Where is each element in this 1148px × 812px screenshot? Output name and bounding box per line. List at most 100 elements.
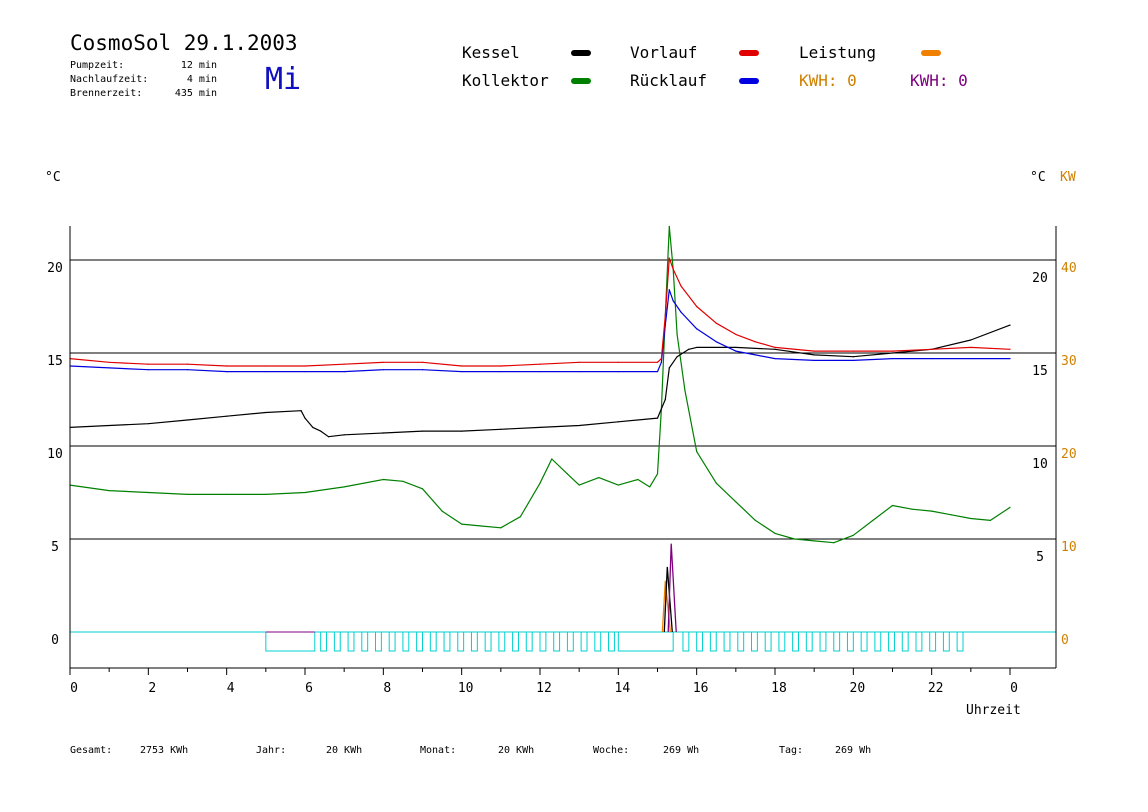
pump-block	[347, 631, 355, 652]
pump-block	[764, 631, 772, 652]
pump-block	[402, 631, 410, 652]
footer-gesamt-value: 2753 KWh	[140, 745, 188, 756]
point-vorlauf	[672, 268, 674, 270]
point-kessel	[668, 367, 670, 369]
left-axis-unit: °C	[45, 170, 61, 185]
point-kessel	[852, 356, 854, 358]
pump-block	[580, 631, 588, 652]
stat-brennerzeit-value: 435 min	[175, 88, 217, 99]
point-kollektor	[735, 501, 737, 503]
point-ruecklauf	[265, 371, 267, 373]
point-kollektor	[668, 225, 670, 228]
point-ruecklauf	[578, 371, 580, 373]
x-tick-label: 4	[227, 681, 235, 696]
pump-block	[539, 631, 547, 652]
point-kollektor	[970, 517, 972, 520]
pump-block	[361, 631, 369, 652]
point-kollektor	[637, 478, 639, 481]
pump-block	[751, 631, 758, 652]
point-vorlauf	[754, 341, 757, 343]
point-ruecklauf	[754, 354, 757, 356]
point-vorlauf	[931, 348, 933, 350]
point-ruecklauf	[931, 357, 933, 360]
y-tick-label-left: 15	[47, 354, 63, 369]
pump-block	[888, 631, 895, 652]
point-ruecklauf	[343, 371, 345, 373]
point-ruecklauf	[147, 369, 149, 371]
point-kollektor	[108, 490, 110, 492]
axes	[69, 226, 1057, 675]
point-vorlauf	[852, 350, 854, 352]
data-series	[69, 225, 1011, 544]
pump-block	[929, 631, 937, 652]
point-vorlauf	[265, 365, 267, 367]
stat-pumpzeit-label: Pumpzeit:	[70, 60, 124, 71]
point-kessel	[1009, 324, 1011, 326]
pump-block	[553, 631, 561, 652]
y-tick-label-right: 15	[1032, 364, 1048, 379]
pump-block	[819, 631, 827, 652]
point-ruecklauf	[304, 371, 306, 373]
point-kollektor	[382, 478, 384, 481]
kwh-purple: KWH: 0	[910, 71, 968, 90]
point-kessel	[320, 430, 322, 432]
point-ruecklauf	[1009, 357, 1011, 360]
point-ruecklauf	[382, 369, 384, 371]
pump-block	[498, 631, 506, 652]
point-vorlauf	[813, 350, 815, 352]
y-tick-label-right: 20	[1032, 271, 1048, 286]
point-vorlauf	[696, 305, 698, 308]
point-kollektor	[265, 493, 267, 495]
point-vorlauf	[186, 363, 189, 365]
y-tick-label-left: 0	[51, 633, 59, 648]
stat-pumpzeit-value: 12 min	[181, 60, 217, 71]
point-kessel	[304, 417, 306, 419]
point-kessel	[664, 398, 666, 401]
pump-block	[525, 631, 533, 652]
point-vorlauf	[774, 346, 776, 349]
point-ruecklauf	[672, 300, 674, 302]
pump-block	[429, 631, 437, 652]
legend-kollektor-label: Kollektor	[462, 71, 549, 90]
x-axis-label: Uhrzeit	[966, 703, 1021, 718]
x-tick-label: 14	[615, 681, 631, 696]
point-ruecklauf	[668, 289, 670, 291]
point-ruecklauf	[226, 371, 228, 373]
pump-block	[682, 631, 690, 652]
x-tick-label: 6	[305, 681, 313, 696]
point-vorlauf	[680, 285, 682, 287]
point-vorlauf	[664, 315, 666, 317]
point-kollektor	[539, 482, 541, 484]
point-kollektor	[911, 508, 913, 510]
pump-block	[696, 631, 704, 652]
pump-block	[333, 631, 341, 652]
pump-block	[709, 631, 717, 652]
point-kessel	[265, 411, 267, 414]
y-tick-label-left: 10	[47, 447, 63, 462]
point-kollektor	[421, 488, 424, 490]
pump-block	[737, 631, 745, 652]
point-kessel	[421, 430, 424, 432]
pump-block	[416, 631, 423, 652]
point-ruecklauf	[617, 371, 619, 373]
point-vorlauf	[304, 365, 306, 367]
pump-activity	[265, 631, 964, 652]
point-kessel	[578, 424, 580, 427]
point-kollektor	[441, 510, 443, 512]
stat-nachlaufzeit-label: Nachlaufzeit:	[70, 74, 148, 85]
point-kollektor	[833, 542, 835, 544]
point-kollektor	[649, 486, 651, 488]
point-kessel	[656, 417, 659, 419]
point-kessel	[382, 432, 384, 434]
point-kessel	[676, 356, 678, 358]
y-tick-label-kw: 30	[1061, 354, 1077, 369]
point-kollektor	[147, 491, 149, 494]
point-kollektor	[480, 525, 482, 527]
pump-block	[443, 631, 451, 652]
point-kessel	[186, 419, 189, 421]
point-kessel	[327, 436, 330, 438]
tick-labels: 0 2 4 6 8 10 12 14 16 18 20 22 0 0 5 10 15 20 5 10 15 20 0 10 20…	[47, 261, 1076, 696]
point-vorlauf	[147, 363, 149, 365]
point-kessel	[774, 348, 776, 350]
footer-monat-value: 20 KWh	[498, 745, 534, 756]
